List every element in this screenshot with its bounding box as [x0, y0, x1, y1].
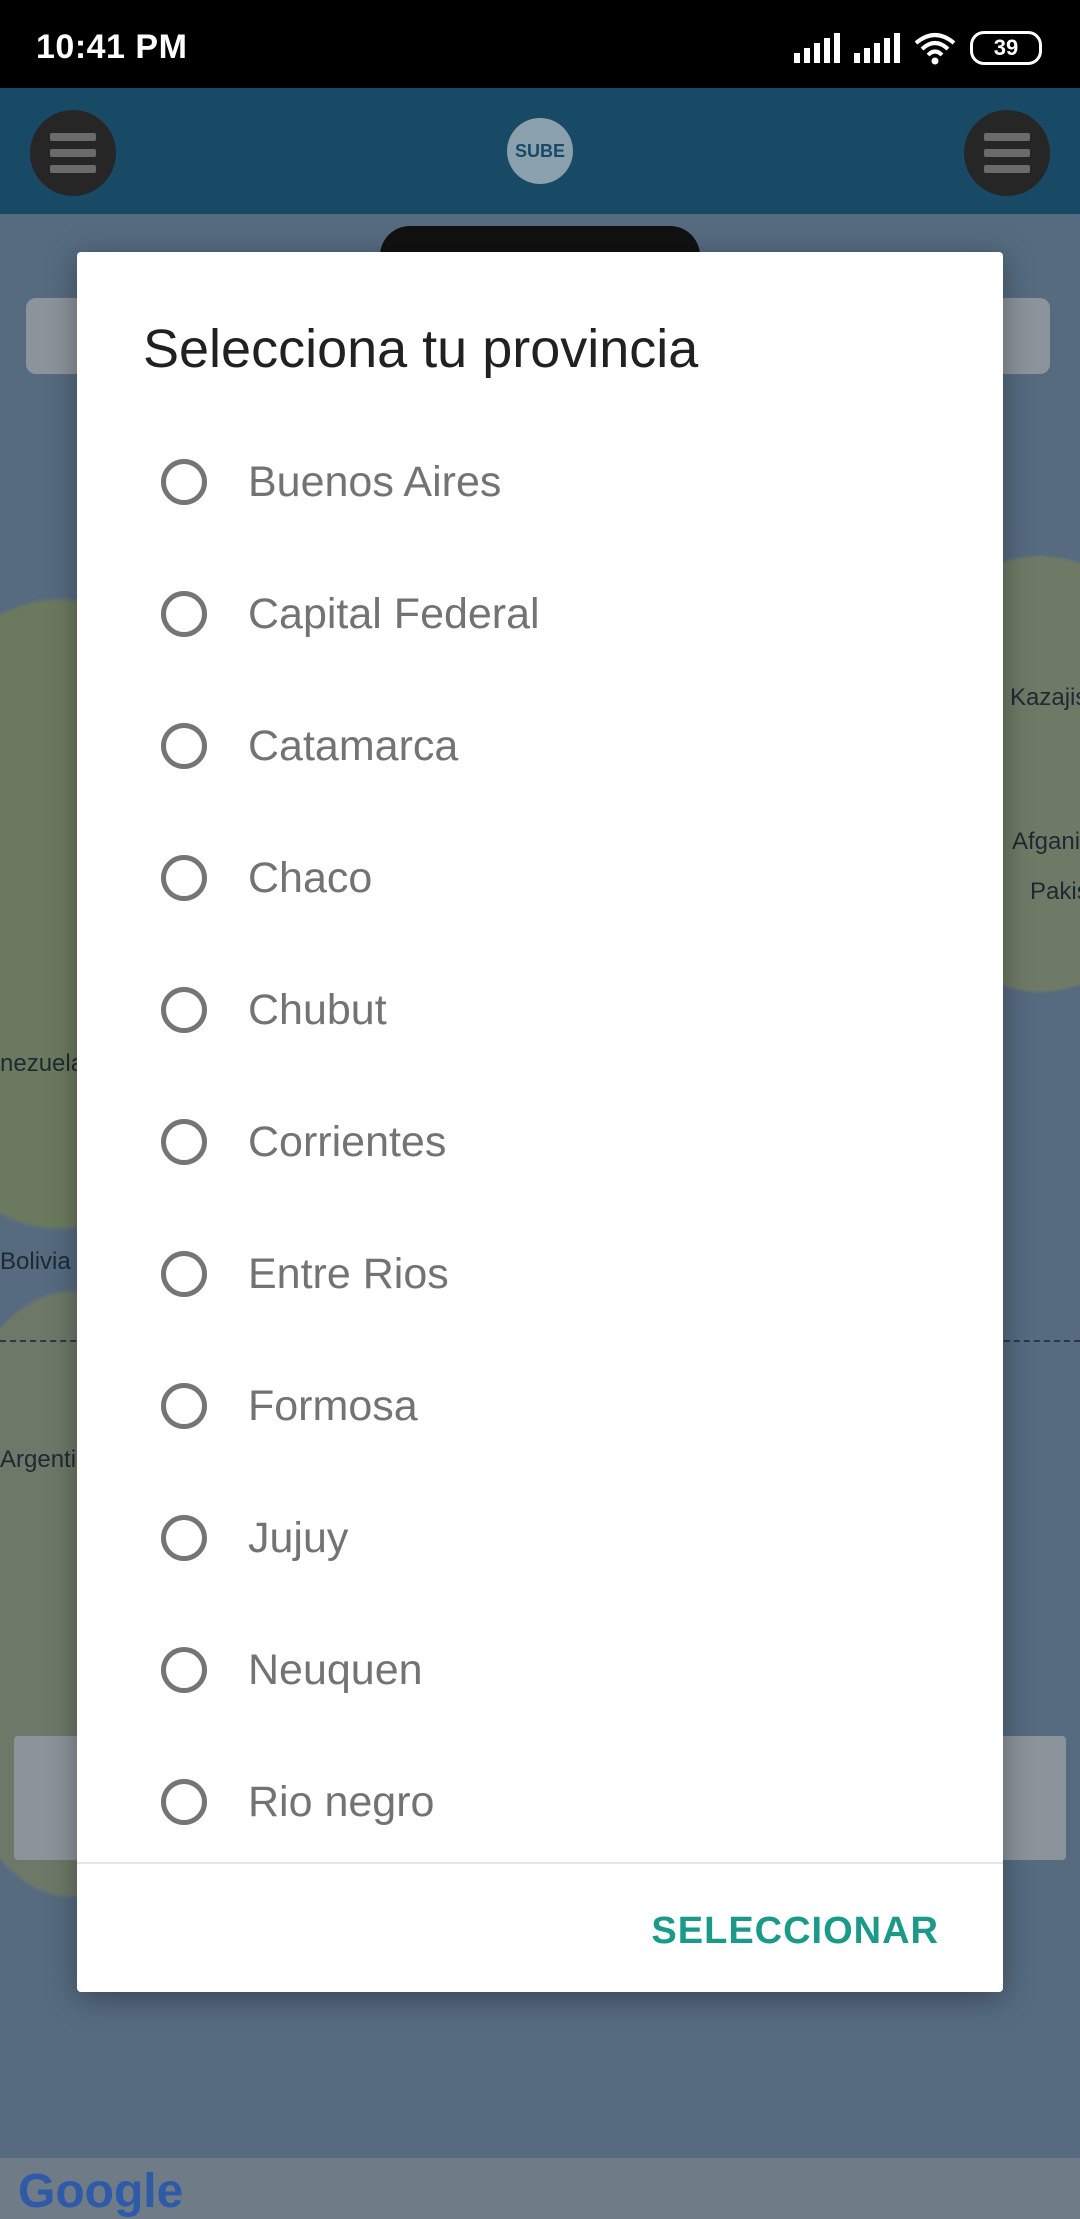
radio-button-icon[interactable]: [161, 1647, 207, 1693]
province-label: Jujuy: [248, 1513, 349, 1562]
status-icons: 39: [794, 28, 1042, 68]
province-option[interactable]: Catamarca: [77, 680, 1003, 812]
radio-button-icon[interactable]: [161, 1383, 207, 1429]
dialog-divider: [77, 1862, 1003, 1864]
province-list[interactable]: Buenos Aires Capital Federal Catamarca C…: [77, 416, 1003, 1862]
map-label: Kazajis: [1010, 684, 1080, 711]
province-option[interactable]: Entre Rios: [77, 1208, 1003, 1340]
radio-button-icon[interactable]: [161, 459, 207, 505]
radio-button-icon[interactable]: [161, 591, 207, 637]
province-label: Capital Federal: [248, 589, 540, 638]
radio-button-icon[interactable]: [161, 1251, 207, 1297]
province-option[interactable]: Chubut: [77, 944, 1003, 1076]
left-menu-button[interactable]: [30, 110, 116, 196]
status-time: 10:41 PM: [36, 28, 188, 66]
radio-button-icon[interactable]: [161, 1515, 207, 1561]
province-dialog: Selecciona tu provincia Buenos Aires Cap…: [77, 252, 1003, 1992]
app-logo: SUBE: [507, 118, 573, 184]
radio-button-icon[interactable]: [161, 855, 207, 901]
status-bar: 10:41 PM 39: [0, 0, 1080, 88]
radio-button-icon[interactable]: [161, 1119, 207, 1165]
radio-button-icon[interactable]: [161, 1779, 207, 1825]
province-label: Catamarca: [248, 721, 459, 770]
province-option[interactable]: Chaco: [77, 812, 1003, 944]
google-logo: Google: [18, 2165, 184, 2218]
province-label: Rio negro: [248, 1777, 435, 1826]
app-bar: SUBE: [0, 88, 1080, 214]
map-label: Bolivia: [0, 1248, 71, 1275]
radio-button-icon[interactable]: [161, 987, 207, 1033]
province-option[interactable]: Capital Federal: [77, 548, 1003, 680]
province-label: Buenos Aires: [248, 457, 502, 506]
signal-icon: [854, 33, 900, 63]
province-option[interactable]: Buenos Aires: [77, 416, 1003, 548]
province-option[interactable]: Corrientes: [77, 1076, 1003, 1208]
right-menu-button[interactable]: [964, 110, 1050, 196]
province-label: Formosa: [248, 1381, 418, 1430]
province-label: Chubut: [248, 985, 387, 1034]
province-option[interactable]: Formosa: [77, 1340, 1003, 1472]
province-label: Neuquen: [248, 1645, 423, 1694]
province-label: Corrientes: [248, 1117, 447, 1166]
select-button[interactable]: SELECCIONAR: [651, 1910, 939, 1953]
province-label: Entre Rios: [248, 1249, 449, 1298]
map-label: Argenti: [0, 1446, 77, 1473]
dialog-title: Selecciona tu provincia: [143, 319, 699, 379]
wifi-icon: [914, 33, 956, 65]
map-label: nezuela: [0, 1050, 85, 1077]
battery-icon: 39: [970, 31, 1042, 65]
signal-icon: [794, 33, 840, 63]
province-option[interactable]: Jujuy: [77, 1472, 1003, 1604]
map-label: Pakis: [1030, 878, 1080, 905]
map-label: Afgani: [1012, 828, 1080, 855]
province-label: Chaco: [248, 853, 373, 902]
province-option[interactable]: Neuquen: [77, 1604, 1003, 1736]
radio-button-icon[interactable]: [161, 723, 207, 769]
province-option[interactable]: Rio negro: [77, 1736, 1003, 1862]
